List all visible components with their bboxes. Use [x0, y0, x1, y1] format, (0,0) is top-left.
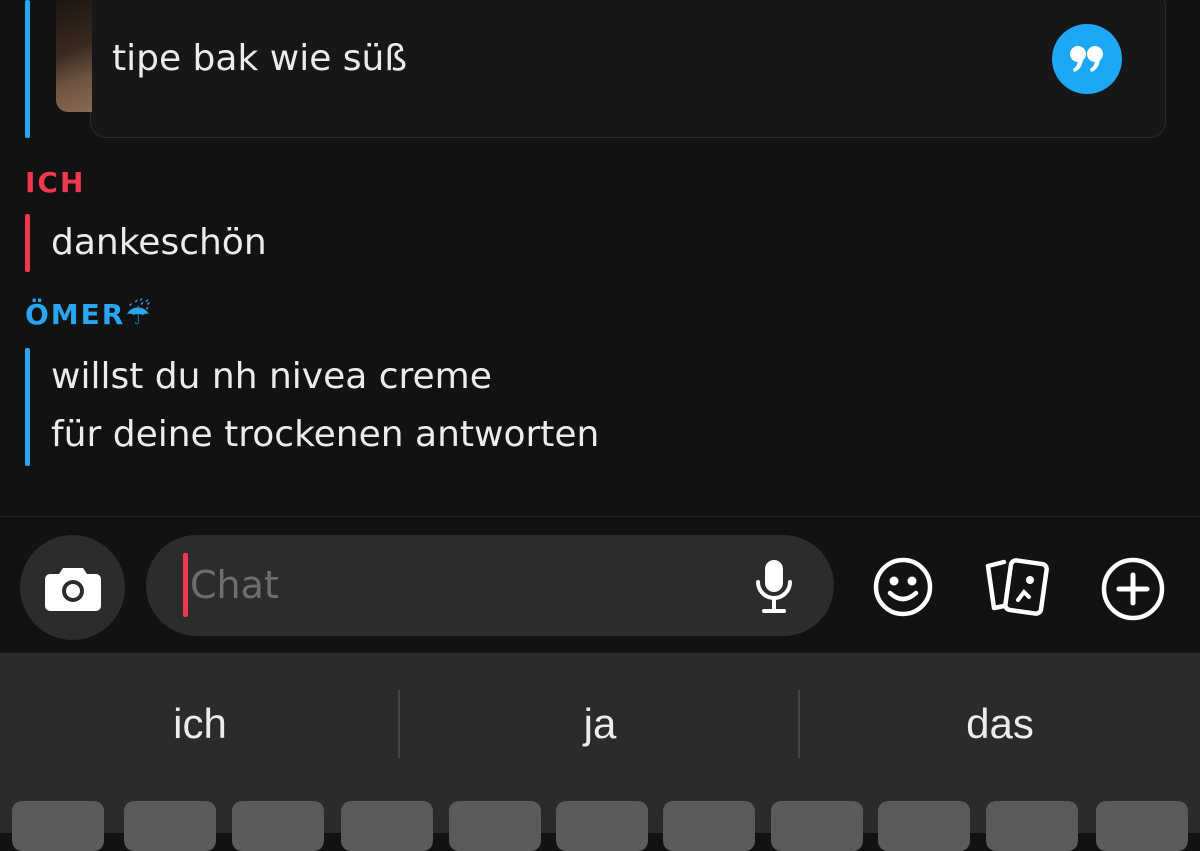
keyboard-key[interactable]	[341, 801, 433, 851]
keyboard-key[interactable]	[878, 801, 970, 851]
keyboard-key[interactable]	[986, 801, 1078, 851]
message-bar-other	[25, 348, 30, 466]
chat-input[interactable]	[190, 560, 710, 610]
text-cursor	[183, 553, 188, 617]
message-text[interactable]: dankeschön	[51, 222, 267, 263]
quote-accent-bar	[25, 0, 30, 138]
keyboard-key[interactable]	[12, 801, 104, 851]
keyboard-key[interactable]	[663, 801, 755, 851]
keyboard-key[interactable]	[449, 801, 541, 851]
camera-button[interactable]	[20, 535, 125, 640]
suggestion-ja[interactable]: ja	[400, 700, 800, 748]
quote-icon[interactable]	[1052, 24, 1122, 94]
microphone-icon[interactable]	[752, 558, 796, 614]
suggestion-das[interactable]: das	[800, 700, 1200, 748]
keyboard-key[interactable]	[232, 801, 324, 851]
sender-label-me: ICH	[25, 166, 86, 199]
plus-icon[interactable]	[1100, 556, 1166, 622]
keyboard-key[interactable]	[124, 801, 216, 851]
suggestion-ich[interactable]: ich	[0, 700, 400, 748]
emoji-icon[interactable]	[872, 556, 934, 618]
cards-icon[interactable]	[984, 556, 1050, 618]
quoted-snap-thumbnail[interactable]	[56, 0, 92, 112]
sender-label-other: ÖMER☔	[25, 298, 153, 331]
keyboard-key[interactable]	[1096, 801, 1188, 851]
camera-icon	[44, 567, 101, 611]
message-bar-me	[25, 214, 30, 272]
composer-divider	[0, 516, 1200, 517]
message-text[interactable]: willst du nh nivea creme	[51, 356, 492, 397]
keyboard-key[interactable]	[771, 801, 863, 851]
quoted-message-text: tipe bak wie süß	[112, 38, 408, 79]
keyboard-key[interactable]	[556, 801, 648, 851]
message-text[interactable]: für deine trockenen antworten	[51, 414, 599, 455]
